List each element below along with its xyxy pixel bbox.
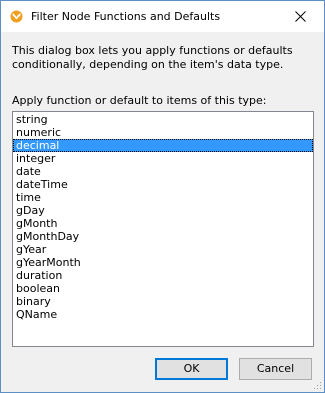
type-list-label: Apply function or default to items of th… bbox=[12, 94, 267, 107]
list-item-duration[interactable]: duration bbox=[13, 269, 313, 282]
ok-button[interactable]: OK bbox=[155, 358, 228, 380]
mapforce-app-icon bbox=[10, 10, 23, 23]
cancel-button[interactable]: Cancel bbox=[239, 358, 312, 380]
dialog-description: This dialog box lets you apply functions… bbox=[12, 44, 293, 71]
list-item-numeric[interactable]: numeric bbox=[13, 126, 313, 139]
list-item-gmonthday[interactable]: gMonthDay bbox=[13, 230, 313, 243]
list-item-decimal[interactable]: decimal bbox=[13, 139, 313, 152]
close-button[interactable] bbox=[278, 1, 324, 32]
resize-grip-icon[interactable] bbox=[312, 380, 322, 390]
list-item-gyear[interactable]: gYear bbox=[13, 243, 313, 256]
dialog-window: Filter Node Functions and Defaults This … bbox=[0, 0, 325, 393]
list-item-gyearmonth[interactable]: gYearMonth bbox=[13, 256, 313, 269]
list-item-date[interactable]: date bbox=[13, 165, 313, 178]
close-icon bbox=[295, 11, 306, 22]
list-item-datetime[interactable]: dateTime bbox=[13, 178, 313, 191]
list-item-gmonth[interactable]: gMonth bbox=[13, 217, 313, 230]
list-item-boolean[interactable]: boolean bbox=[13, 282, 313, 295]
dialog-body: This dialog box lets you apply functions… bbox=[1, 32, 324, 392]
list-item-integer[interactable]: integer bbox=[13, 152, 313, 165]
list-item-qname[interactable]: QName bbox=[13, 308, 313, 321]
window-title: Filter Node Functions and Defaults bbox=[31, 10, 221, 23]
list-item-binary[interactable]: binary bbox=[13, 295, 313, 308]
data-type-listbox[interactable]: string numeric decimal integer date dateTime t… bbox=[12, 111, 314, 347]
title-bar[interactable]: Filter Node Functions and Defaults bbox=[1, 1, 324, 32]
list-item-time[interactable]: time bbox=[13, 191, 313, 204]
list-item-gday[interactable]: gDay bbox=[13, 204, 313, 217]
list-item-string[interactable]: string bbox=[13, 113, 313, 126]
